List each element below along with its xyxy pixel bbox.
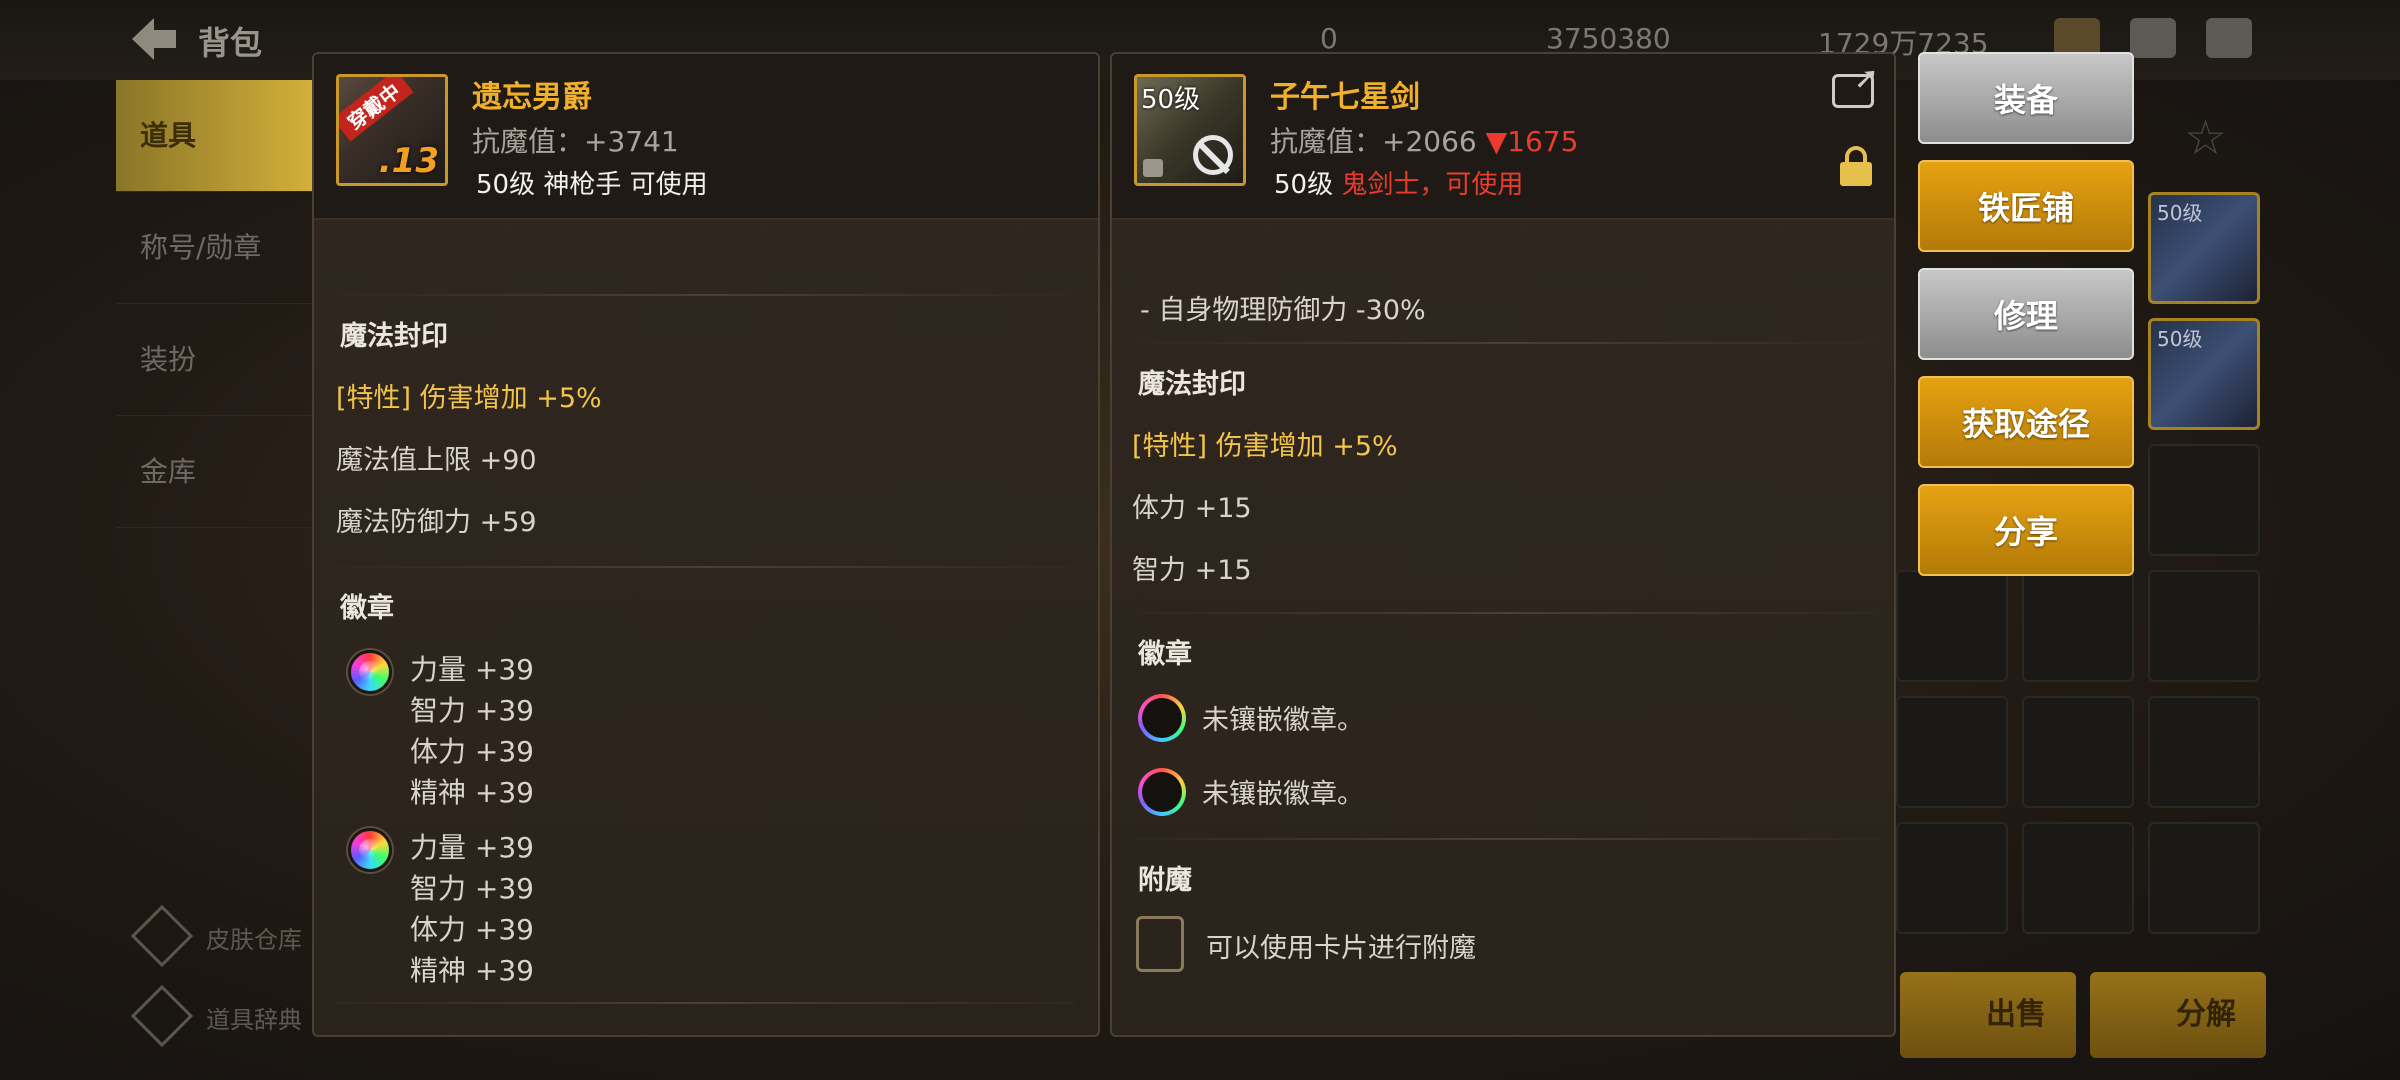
equipped-item-magic-resist: 抗魔值：+3741 [472, 125, 679, 158]
rainbow-emblem-icon [348, 828, 392, 872]
inventory-slot[interactable] [2022, 570, 2134, 682]
emblem-section-title: 徽章 [340, 593, 394, 624]
inventory-item[interactable]: 50级 [2148, 192, 2260, 304]
seal-section-title: 魔法封印 [340, 321, 448, 352]
tab-avatar[interactable]: 装扮 [116, 304, 316, 416]
emblem-stat: 智力 +39 [410, 872, 534, 905]
resource-currency-2: 3750380 [1546, 22, 1671, 55]
back-arrow-icon[interactable] [128, 14, 180, 64]
inventory-item-level: 50级 [2157, 327, 2203, 351]
divider [1138, 838, 1878, 840]
share-icon[interactable] [1832, 61, 1879, 108]
seal-stat-line: 魔法值上限 +90 [336, 445, 537, 476]
bag-sidebar: 道具 称号/勋章 装扮 金库 [116, 80, 316, 980]
seal-stat-line: 体力 +15 [1132, 493, 1252, 524]
compared-item-details[interactable]: - 自身物理防御力 -30% 魔法封印 [特性] 伤害增加 +5% 体力 +15… [1112, 218, 1894, 1035]
emblem-section-title: 徽章 [1138, 639, 1192, 670]
equipped-item-details[interactable]: 魔法封印 [特性] 伤害增加 +5% 魔法值上限 +90 魔法防御力 +59 徽… [314, 218, 1098, 1035]
resource-currency-1: 0 [1320, 22, 1338, 55]
inventory-slot[interactable] [2022, 696, 2134, 808]
tab-vault[interactable]: 金库 [116, 416, 316, 528]
tab-titles[interactable]: 称号/勋章 [116, 192, 316, 304]
empty-emblem-text: 未镶嵌徽章。 [1202, 705, 1364, 736]
emblem-stat: 精神 +39 [410, 954, 534, 987]
stat-decrease: ▼1675 [1485, 125, 1579, 158]
equipped-item-icon: 穿戴中 .13 [336, 74, 448, 186]
seal-trait-line: [特性] 伤害增加 +5% [336, 383, 602, 414]
disassemble-button[interactable]: 分解 [2090, 972, 2266, 1058]
enhance-level: .13 [378, 141, 439, 181]
inventory-slot[interactable] [2148, 822, 2260, 934]
blacksmith-button[interactable]: 铁匠铺 [1918, 160, 2134, 252]
divider [1138, 612, 1878, 614]
inventory-item[interactable]: 50级 [2148, 318, 2260, 430]
inventory-slot[interactable] [1896, 570, 2008, 682]
seal-section-title: 魔法封印 [1138, 369, 1246, 400]
emblem-stat: 精神 +39 [410, 776, 534, 809]
tab-items[interactable]: 道具 [116, 80, 316, 192]
item-level-tag: 50级 [1141, 85, 1201, 115]
seal-stat-line: 魔法防御力 +59 [336, 507, 537, 538]
compared-item-requirement: 50级 鬼剑士，可使用 [1274, 170, 1524, 200]
equipped-item-tooltip: 穿戴中 .13 遗忘男爵 抗魔值：+3741 50级 神枪手 可使用 魔法封印 … [312, 52, 1100, 1037]
inventory-slot[interactable] [2148, 570, 2260, 682]
bag-title: 背包 [198, 24, 263, 62]
compared-item-tooltip: 50级 子午七星剑 抗魔值：+2066 ▼1675 50级 鬼剑士，可使用 - … [1110, 52, 1896, 1037]
sell-button[interactable]: 出售 [1900, 972, 2076, 1058]
divider [336, 294, 1076, 296]
compared-item-name: 子午七星剑 [1270, 80, 1420, 115]
enchant-hint: 可以使用卡片进行附魔 [1206, 933, 1476, 964]
item-dictionary-icon[interactable] [130, 984, 194, 1048]
mail-icon[interactable] [2130, 18, 2176, 58]
inventory-slot[interactable] [2148, 444, 2260, 556]
empty-emblem-text: 未镶嵌徽章。 [1202, 779, 1364, 810]
item-dictionary-link[interactable]: 道具辞典 [206, 1000, 302, 1035]
emblem-stat: 体力 +39 [410, 913, 534, 946]
class-restriction: 鬼剑士，可使用 [1341, 170, 1524, 200]
inventory-slot[interactable] [2148, 696, 2260, 808]
emblem-stat: 体力 +39 [410, 735, 534, 768]
repair-button[interactable]: 修理 [1918, 268, 2134, 360]
equip-button[interactable]: 装备 [1918, 52, 2134, 144]
empty-emblem-slot-icon [1138, 694, 1186, 742]
share-button[interactable]: 分享 [1918, 484, 2134, 576]
divider [336, 1002, 1076, 1004]
emblem-stat: 力量 +39 [410, 653, 534, 686]
skin-storage-link[interactable]: 皮肤仓库 [206, 920, 302, 955]
favorite-star-icon[interactable]: ☆ [2184, 110, 2227, 166]
unusable-icon [1193, 135, 1233, 175]
equipped-item-requirement: 50级 神枪手 可使用 [476, 170, 708, 200]
seal-trait-line: [特性] 伤害增加 +5% [1132, 431, 1398, 462]
inventory-slot[interactable] [1896, 696, 2008, 808]
emblem-stat: 智力 +39 [410, 694, 534, 727]
empty-emblem-slot-icon [1138, 768, 1186, 816]
equipped-item-header: 穿戴中 .13 遗忘男爵 抗魔值：+3741 50级 神枪手 可使用 [314, 54, 1098, 220]
enchant-section-title: 附魔 [1138, 865, 1192, 896]
inventory-slot[interactable] [1896, 822, 2008, 934]
equipped-item-name: 遗忘男爵 [472, 80, 592, 115]
emblem-stat: 力量 +39 [410, 831, 534, 864]
enchant-card-slot [1136, 916, 1184, 972]
seal-stat-line: 智力 +15 [1132, 555, 1252, 586]
rainbow-emblem-icon [348, 650, 392, 694]
compared-item-header: 50级 子午七星剑 抗魔值：+2066 ▼1675 50级 鬼剑士，可使用 [1112, 54, 1894, 220]
compared-item-magic-resist: 抗魔值：+2066 ▼1675 [1270, 125, 1579, 158]
chat-icon[interactable] [2206, 18, 2252, 58]
divider [336, 566, 1076, 568]
inventory-item-level: 50级 [2157, 201, 2203, 225]
obtain-route-button[interactable]: 获取途径 [1918, 376, 2134, 468]
divider [1138, 342, 1878, 344]
small-lock-icon [1143, 159, 1163, 177]
lock-icon[interactable] [1840, 146, 1872, 186]
inventory-slot[interactable] [2022, 822, 2134, 934]
option-line: - 自身物理防御力 -30% [1140, 295, 1426, 326]
compared-item-icon: 50级 [1134, 74, 1246, 186]
